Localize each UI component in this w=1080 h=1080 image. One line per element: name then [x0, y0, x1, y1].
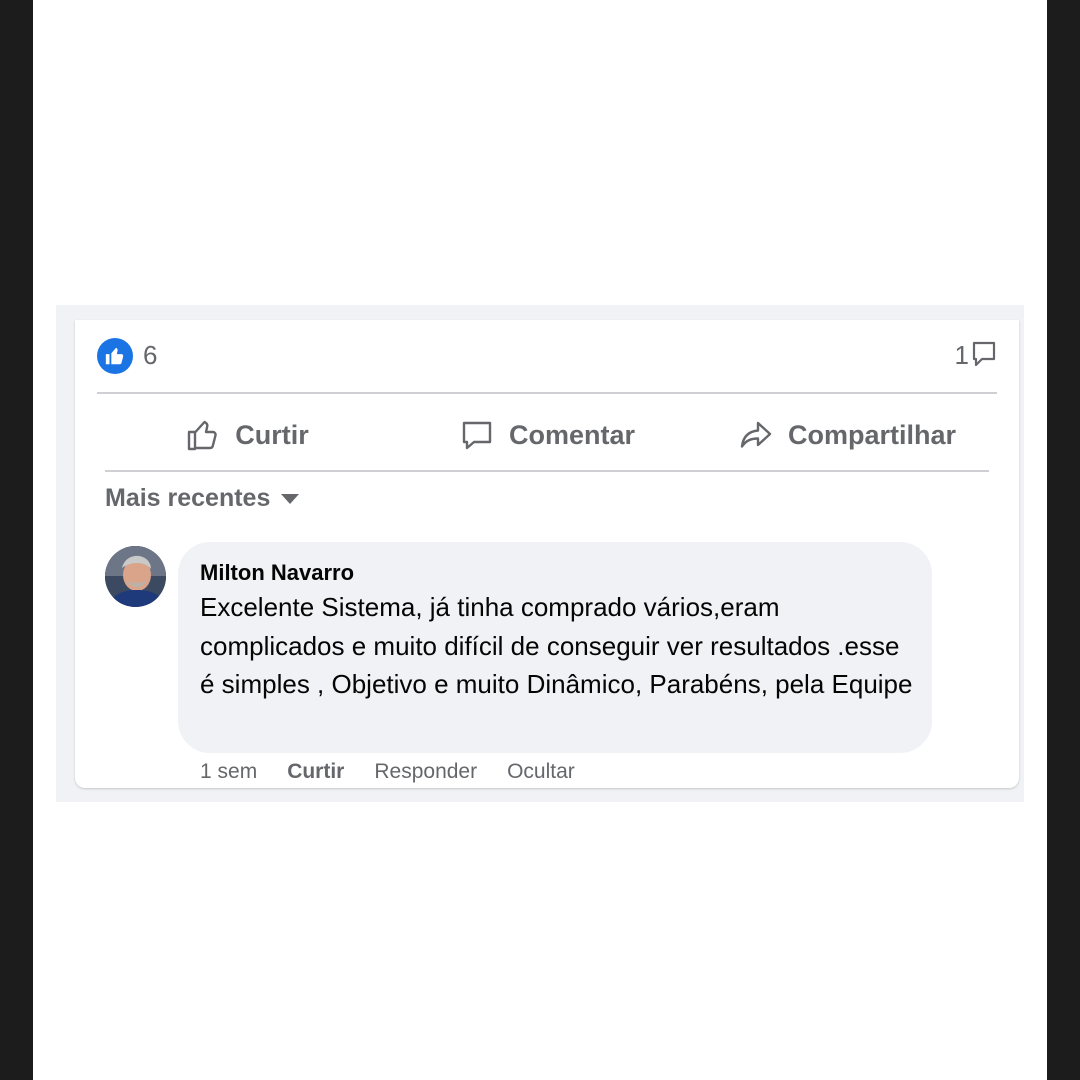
like-button[interactable]: Curtir [97, 402, 397, 468]
post-actions: Curtir Comentar Compartilhar [97, 402, 997, 468]
share-button-label: Compartilhar [787, 419, 957, 450]
post-card: 6 1 Curtir Comentar Compartilhar Mais re… [75, 320, 1019, 788]
comment-reply-link[interactable]: Responder [374, 760, 477, 784]
thumbs-up-outline-icon [188, 420, 218, 451]
like-badge-icon[interactable] [97, 338, 133, 374]
sort-label: Mais recentes [105, 484, 271, 512]
comment-button-label: Comentar [508, 419, 636, 450]
comment-like-link[interactable]: Curtir [287, 760, 344, 784]
comment-author[interactable]: Milton Navarro [200, 560, 354, 586]
comment-sort-dropdown[interactable]: Mais recentes [105, 484, 300, 513]
share-arrow-icon [740, 421, 772, 448]
comment-button[interactable]: Comentar [397, 402, 697, 468]
comment-count[interactable]: 1 [955, 340, 969, 371]
caret-down-icon [281, 493, 300, 504]
comment-count-icon[interactable] [971, 340, 997, 368]
divider [97, 392, 997, 394]
like-button-label: Curtir [235, 419, 309, 450]
reaction-count[interactable]: 6 [143, 340, 157, 371]
divider [105, 470, 989, 472]
comment-meta: 1 sem Curtir Responder Ocultar [200, 760, 605, 784]
post-stats: 6 1 [97, 336, 997, 376]
comment-bubble-icon [462, 421, 492, 450]
comment-hide-link[interactable]: Ocultar [507, 760, 575, 784]
share-button[interactable]: Compartilhar [697, 402, 997, 468]
comment-bubble: Milton Navarro Excelente Sistema, já tin… [178, 542, 932, 753]
comment-timestamp[interactable]: 1 sem [200, 760, 257, 784]
avatar[interactable] [105, 546, 166, 607]
comment-text: Excelente Sistema, já tinha comprado vár… [200, 592, 913, 699]
